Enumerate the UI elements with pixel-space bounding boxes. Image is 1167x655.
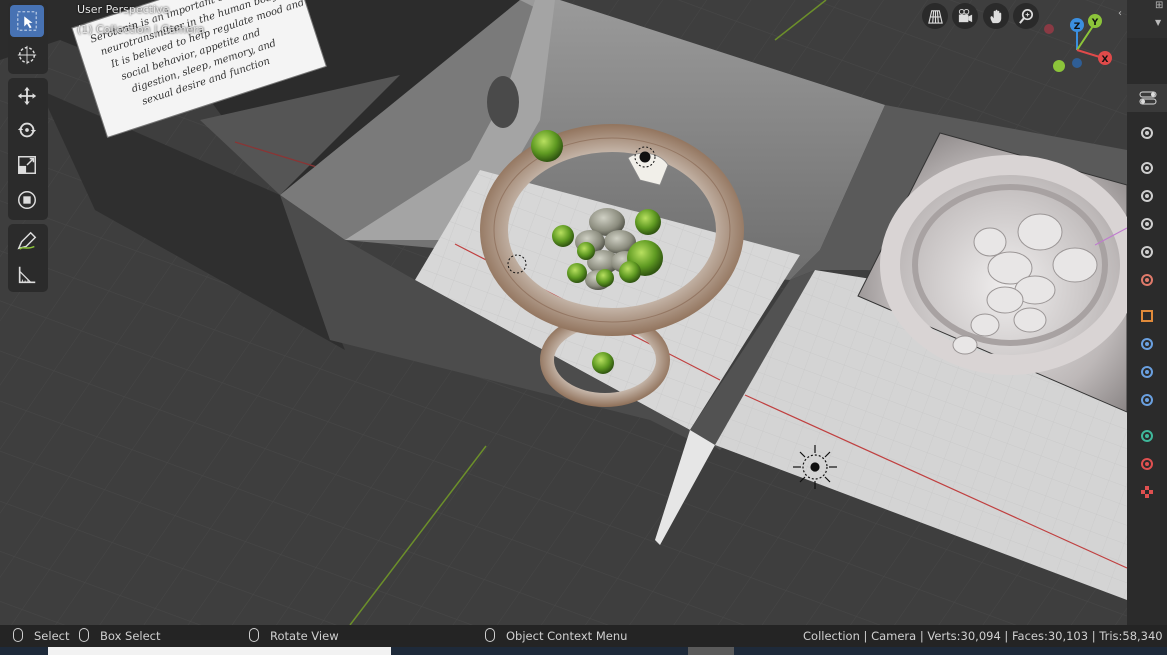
sidebar-toggle-icon[interactable]: ‹ [1118,8,1122,19]
properties-tab-physics[interactable] [1135,388,1159,412]
output-icon [1141,190,1153,202]
properties-tab-output[interactable] [1135,184,1159,208]
scale-tool[interactable] [10,149,44,181]
mouse-left-icon [13,628,23,642]
outliner-filter-icon[interactable]: ⊞ [1155,0,1163,11]
constraints-icon [1141,430,1153,442]
properties-editor-icon [1139,91,1157,105]
modifiers-icon [1141,338,1153,350]
tool-icon [1141,127,1153,139]
view-layer-icon [1141,218,1153,230]
editor-type-button[interactable] [1127,84,1167,112]
cursor-tool[interactable] [10,39,44,71]
texture-icon [1141,486,1153,498]
navigation-gizmo[interactable]: Z Y X [1040,10,1120,80]
taskbar-active-app[interactable] [688,647,734,655]
3d-viewport[interactable]: Serotonin is an important chemicalneurot… [0,0,1127,625]
mouse-drag-icon [79,628,89,642]
measure-tool[interactable] [10,259,44,291]
status-select: Select [34,629,70,643]
view-name: User Perspective [77,3,170,16]
properties-tab-constraints[interactable] [1135,424,1159,448]
scene-icon [1141,246,1153,258]
dropdown-arrow-icon[interactable]: ▼ [1155,18,1161,27]
taskbar-search-box[interactable] [48,647,391,655]
gizmo-z-label: Z [1074,22,1081,32]
properties-tab-texture[interactable] [1135,480,1159,504]
properties-tab-strip: ⊞ ▼ [1127,0,1167,625]
properties-tab-tool[interactable] [1135,121,1159,145]
collection-label: (1) Collection | Camera [77,23,205,36]
header-corner: ⊞ ▼ [1127,0,1167,38]
gizmo-y-label: Y [1091,18,1099,28]
neg-y-axis-handle[interactable] [1053,60,1065,72]
scene-statistics: Collection | Camera | Verts:30,094 | Fac… [803,629,1167,643]
rotate-tool[interactable] [10,114,44,146]
rotate-icon [17,122,37,138]
status-bar: Select Box Select Rotate View Object Con… [0,625,1167,647]
3d-cursor-icon [17,45,37,65]
hand-pan-icon [989,9,1001,23]
pan-view-button[interactable] [983,3,1009,29]
mouse-middle-icon [249,628,259,642]
status-rotate-view: Rotate View [270,629,339,643]
properties-tab-modifiers[interactable] [1135,332,1159,356]
properties-tab-object[interactable] [1135,304,1159,328]
properties-tab-particles[interactable] [1135,360,1159,384]
scale-icon [18,156,36,174]
move-tool[interactable] [10,80,44,112]
pencil-icon [17,231,37,250]
transform-tool[interactable] [10,184,44,216]
os-taskbar [0,647,1167,655]
mouse-right-icon [485,628,495,642]
camera-view-icon [958,8,972,22]
world-icon [1141,274,1153,286]
camera-view-button[interactable] [952,3,978,29]
properties-tab-render[interactable] [1135,156,1159,180]
annotate-tool[interactable] [10,225,44,257]
properties-tab-view-layer[interactable] [1135,212,1159,236]
neg-z-axis-handle[interactable] [1072,58,1082,68]
properties-tab-data[interactable] [1135,452,1159,476]
neg-x-axis-handle[interactable] [1044,24,1054,34]
properties-tab-scene[interactable] [1135,240,1159,264]
properties-tab-world[interactable] [1135,268,1159,292]
select-cursor-icon [17,11,37,31]
zoom-magnifier-icon [1018,8,1033,24]
scene-render: Serotonin is an important chemicalneurot… [0,0,1127,625]
perspective-toggle-button[interactable] [922,3,948,29]
zoom-view-button[interactable] [1013,3,1039,29]
gizmo-x-label: X [1102,55,1109,65]
move-arrows-icon [17,86,37,106]
object-icon [1141,310,1153,322]
select-box-tool[interactable] [10,5,44,37]
transform-icon [18,191,36,209]
render-icon [1141,162,1153,174]
status-box-select: Box Select [100,629,161,643]
particles-icon [1141,366,1153,378]
data-icon [1141,458,1153,470]
perspective-grid-icon [927,9,943,24]
ruler-icon [18,266,36,284]
status-context-menu: Object Context Menu [506,629,628,643]
physics-icon [1141,394,1153,406]
